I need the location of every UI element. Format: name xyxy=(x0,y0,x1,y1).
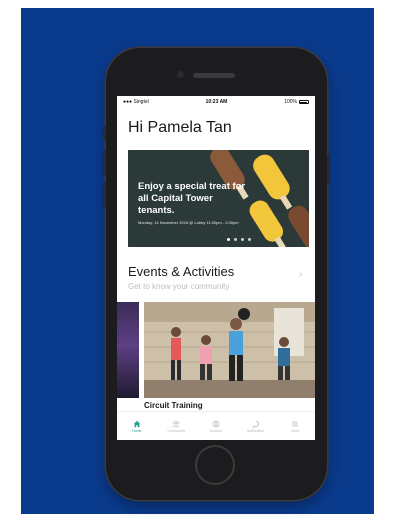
tab-community[interactable]: Community xyxy=(157,412,197,440)
community-icon xyxy=(172,420,180,427)
carousel-dot[interactable] xyxy=(226,238,230,241)
front-camera xyxy=(177,71,184,78)
tab-label: Community xyxy=(167,428,186,433)
battery-percent: 100% xyxy=(284,99,297,105)
event-card-label: Circuit Training xyxy=(144,401,203,410)
clock: 10:23 AM xyxy=(205,99,228,105)
tab-label: Account xyxy=(209,428,223,433)
power-button xyxy=(327,154,330,184)
tab-home[interactable]: Home xyxy=(117,412,157,440)
signal-icon: ●●● xyxy=(123,99,133,105)
carrier-label: ●●● Singtel xyxy=(123,99,149,105)
carousel-dot[interactable] xyxy=(247,238,251,241)
promo-subtitle: Monday, 14 November 2018 @ Lobby 11:00pm… xyxy=(138,220,239,225)
volume-down-button xyxy=(103,182,106,208)
promo-banner[interactable]: Enjoy a special treat for all Capital To… xyxy=(128,150,309,247)
account-icon xyxy=(212,419,220,428)
notification-icon xyxy=(251,420,259,428)
tab-label: More xyxy=(291,428,300,433)
tab-label: Home xyxy=(132,428,142,433)
carousel-indicator xyxy=(128,238,309,241)
phone-frame: ●●● Singtel 10:23 AM 100% Hi Pamela Tan xyxy=(103,48,330,500)
carousel-dot[interactable] xyxy=(233,238,237,241)
mute-switch xyxy=(103,126,106,140)
event-card-previous[interactable] xyxy=(117,302,139,398)
volume-up-button xyxy=(103,150,106,176)
tab-more[interactable]: More xyxy=(275,412,315,440)
app-screen: ●●● Singtel 10:23 AM 100% Hi Pamela Tan xyxy=(117,96,315,440)
home-button[interactable] xyxy=(195,445,235,485)
menu-icon xyxy=(292,421,298,426)
events-section-subtitle: Get to know your community xyxy=(128,282,230,291)
promo-title: Enjoy a special treat for all Capital To… xyxy=(138,181,246,216)
status-right: 100% xyxy=(284,99,309,105)
battery-icon xyxy=(298,100,309,104)
earpiece-speaker xyxy=(193,73,235,78)
event-card-image[interactable] xyxy=(144,302,315,398)
events-section-title: Events & Activities xyxy=(128,264,235,279)
circuit-training-photo xyxy=(144,302,315,398)
tab-account[interactable]: Account xyxy=(196,412,236,440)
chevron-right-icon[interactable]: › xyxy=(299,269,302,280)
carousel-dot[interactable] xyxy=(240,238,244,241)
status-bar: ●●● Singtel 10:23 AM 100% xyxy=(117,96,315,108)
bottom-tab-bar: Home Community Account Notification More xyxy=(117,411,315,440)
home-icon xyxy=(133,420,140,427)
tab-notification[interactable]: Notification xyxy=(236,412,276,440)
greeting-title: Hi Pamela Tan xyxy=(128,119,232,136)
tab-label: Notification xyxy=(246,428,265,433)
